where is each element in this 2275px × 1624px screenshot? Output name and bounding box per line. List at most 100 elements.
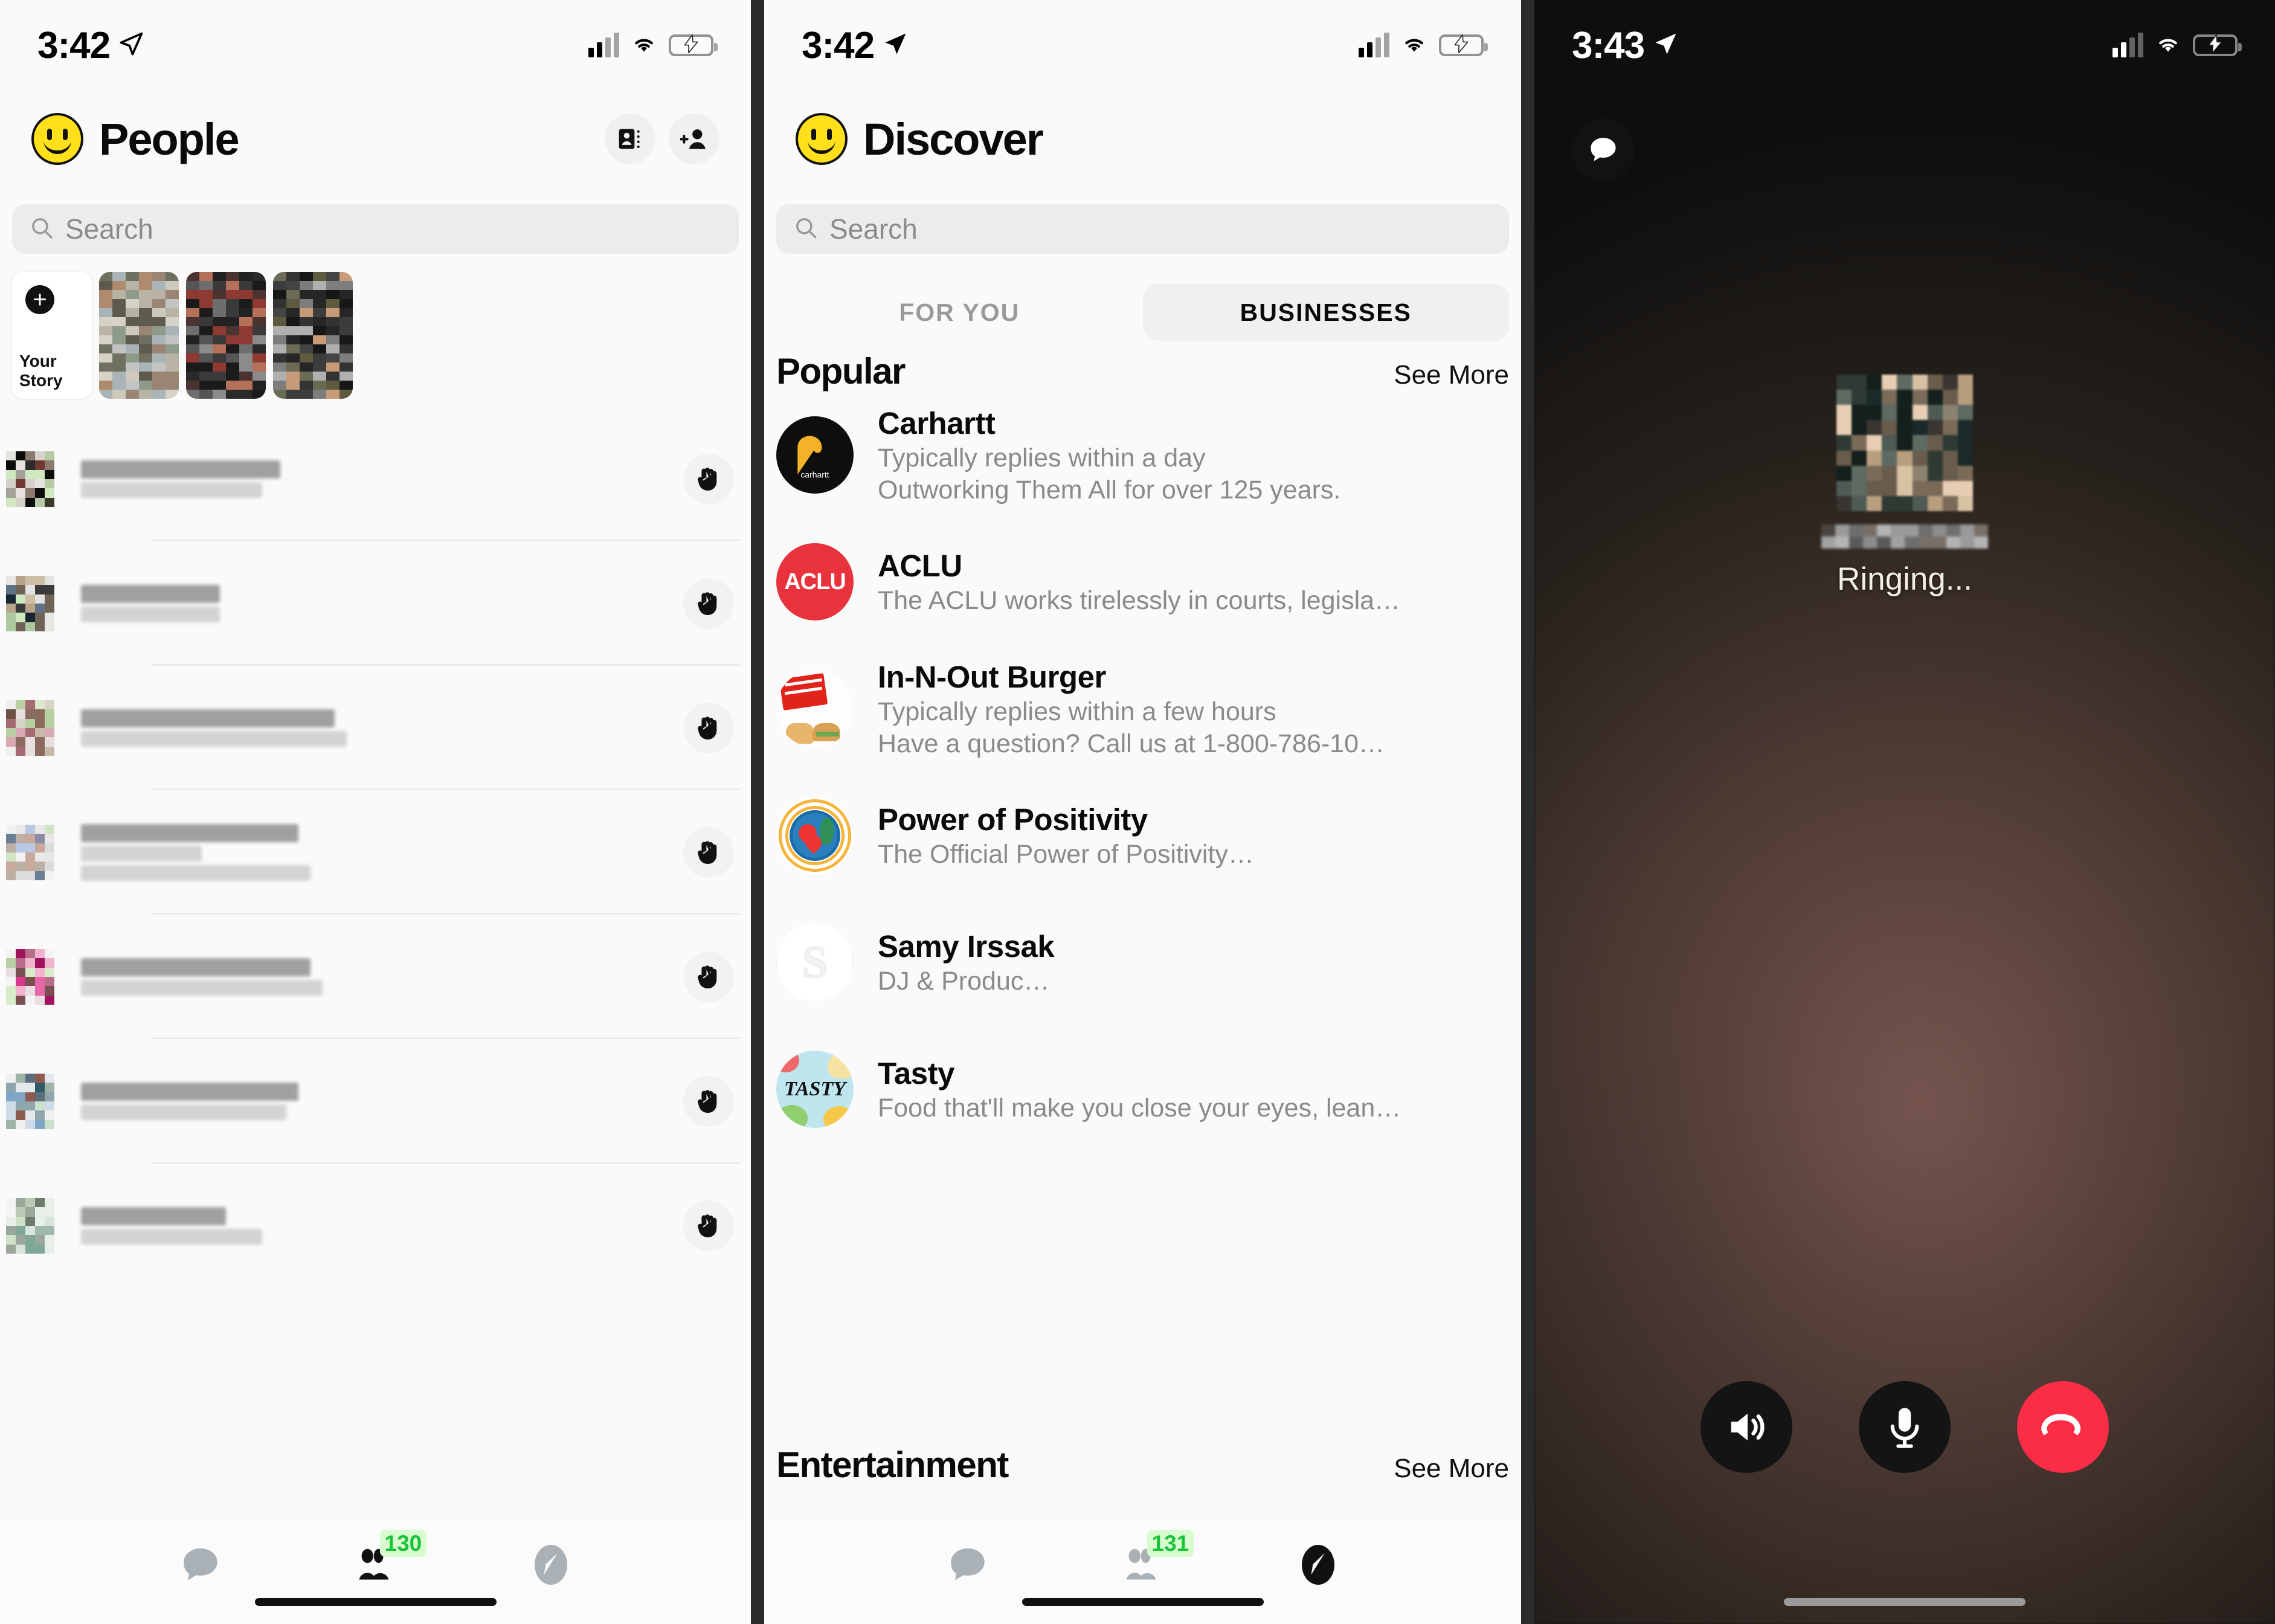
business-name: Power of Positivity <box>878 802 1148 837</box>
contact-name-redacted <box>81 1083 298 1120</box>
redaction-bar <box>81 958 311 976</box>
see-more-link[interactable]: See More <box>1394 360 1509 390</box>
waving-hand-icon[interactable] <box>683 1076 734 1127</box>
business-row[interactable]: S Samy Irssak DJ & Produc… <box>776 899 1521 1026</box>
business-name: Samy Irssak <box>878 929 1055 964</box>
contact-row[interactable] <box>0 915 751 1039</box>
location-arrow-icon <box>883 31 908 60</box>
contact-card-icon[interactable] <box>605 114 655 164</box>
waving-hand-icon[interactable] <box>683 454 734 504</box>
segment-businesses[interactable]: BUSINESSES <box>1142 284 1509 341</box>
search-placeholder: Search <box>829 213 918 245</box>
story-card-3[interactable] <box>273 272 353 399</box>
call-status: Ringing... <box>1837 561 1972 597</box>
status-bar-right <box>1359 33 1488 58</box>
status-bar-left: 3:42 <box>37 24 144 67</box>
battery-charging-icon <box>669 33 718 56</box>
microphone-icon <box>1890 1408 1919 1448</box>
smiley-logo-icon <box>796 113 848 165</box>
redaction-bar <box>81 607 220 622</box>
end-call-button[interactable] <box>2017 1381 2109 1473</box>
location-arrow-icon <box>1653 31 1678 60</box>
waving-hand-icon[interactable] <box>683 703 734 753</box>
story-card-2[interactable] <box>186 272 266 399</box>
contact-row[interactable] <box>0 666 751 790</box>
power-of-positivity-logo-icon <box>776 797 854 874</box>
callee-name-redacted <box>1821 524 1988 549</box>
tab-chats[interactable] <box>935 1536 1001 1594</box>
segment-for-you[interactable]: FOR YOU <box>776 284 1143 341</box>
business-row[interactable]: Power of Positivity The Official Power of… <box>776 772 1521 899</box>
business-text: Power of Positivity The Official Power of… <box>878 802 1254 869</box>
your-story-card[interactable]: + Your Story <box>12 272 92 399</box>
pencil-compose-icon <box>534 1545 567 1585</box>
business-subtitle: Have a question? Call us at 1-800-786-10… <box>878 729 1385 758</box>
avatar <box>6 825 54 880</box>
business-list[interactable]: carhartt Carhartt Typically replies within… <box>776 392 1521 1153</box>
waving-hand-icon[interactable] <box>683 1200 734 1251</box>
search-input[interactable]: Search <box>12 204 739 254</box>
nav-header: Discover <box>764 91 1521 187</box>
samy-irssak-logo-icon: S <box>776 924 854 1001</box>
business-row[interactable]: carhartt Carhartt Typically replies within… <box>776 392 1521 518</box>
redaction-bar <box>81 846 202 862</box>
status-time: 3:43 <box>1572 24 1645 66</box>
see-more-link[interactable]: See More <box>1394 1454 1509 1484</box>
business-name: In-N-Out Burger <box>878 659 1106 694</box>
chat-bubble-icon <box>950 1548 985 1580</box>
contact-list[interactable] <box>0 417 751 1521</box>
call-controls[interactable] <box>1534 1381 2275 1473</box>
tab-chats[interactable] <box>167 1536 234 1594</box>
callee-info: Ringing... <box>1534 375 2275 598</box>
tab-bar[interactable]: 131 <box>764 1521 1521 1624</box>
contact-row[interactable] <box>0 541 751 666</box>
tab-people[interactable]: 130 <box>343 1530 427 1594</box>
tab-compose[interactable] <box>1285 1536 1351 1594</box>
call-message-button[interactable] <box>1572 118 1635 181</box>
tab-bar[interactable]: 130 <box>0 1521 751 1624</box>
mute-button[interactable] <box>1859 1381 1951 1473</box>
tab-compose[interactable] <box>518 1536 584 1594</box>
business-subtitle: Outworking Them All for over 125 years. <box>878 475 1341 504</box>
business-row[interactable]: TASTY Tasty Food that'll make you close yo… <box>776 1026 1521 1153</box>
status-time: 3:42 <box>802 24 875 66</box>
avatar <box>6 1198 54 1254</box>
tab-people[interactable]: 131 <box>1110 1530 1194 1594</box>
waving-hand-icon[interactable] <box>683 952 734 1002</box>
contact-row[interactable] <box>0 790 751 915</box>
waving-hand-icon[interactable] <box>683 827 734 878</box>
business-name: ACLU <box>878 549 962 583</box>
section-title: Entertainment <box>776 1445 1009 1485</box>
speaker-button[interactable] <box>1701 1381 1792 1473</box>
business-row[interactable]: ACLU ACLU The ACLU works tirelessly in cou… <box>776 518 1521 645</box>
business-subtitle: Typically replies within a day <box>878 443 1206 472</box>
business-subtitle: The Official Power of Positivity… <box>878 840 1254 869</box>
contact-name-redacted <box>81 709 347 747</box>
home-indicator <box>1022 1598 1264 1606</box>
business-row[interactable]: In-N-Out Burger Typically replies within … <box>776 645 1521 772</box>
home-indicator <box>1784 1598 2026 1606</box>
call-background-image <box>1534 0 2275 1624</box>
story-row[interactable]: + Your Story <box>12 272 353 399</box>
status-bar-right <box>588 33 718 58</box>
speaker-icon <box>1731 1413 1765 1441</box>
contact-row[interactable] <box>0 1039 751 1164</box>
page-title: People <box>99 114 240 164</box>
redaction-bar <box>81 1104 286 1120</box>
in-n-out-logo-icon <box>776 670 854 747</box>
contact-row[interactable] <box>0 1164 751 1288</box>
story-card-1[interactable] <box>99 272 179 399</box>
waving-hand-icon[interactable] <box>683 578 734 629</box>
segmented-control[interactable]: FOR YOU BUSINESSES <box>776 284 1509 341</box>
panel-discover: 3:42 Discover Search FOR YOU BUSINESSES … <box>764 0 1521 1624</box>
search-input[interactable]: Search <box>776 204 1509 254</box>
section-header-entertainment: Entertainment See More <box>776 1444 1509 1486</box>
redaction-bar <box>81 731 347 747</box>
contact-row[interactable] <box>0 417 751 541</box>
business-name: Tasty <box>878 1056 954 1091</box>
add-person-icon[interactable] <box>669 114 719 164</box>
avatar <box>6 700 54 756</box>
three-panel-screenshot: 3:42 People Search + Your Story 130 3:42… <box>0 0 2275 1624</box>
nav-actions <box>605 114 719 164</box>
avatar <box>6 949 54 1005</box>
